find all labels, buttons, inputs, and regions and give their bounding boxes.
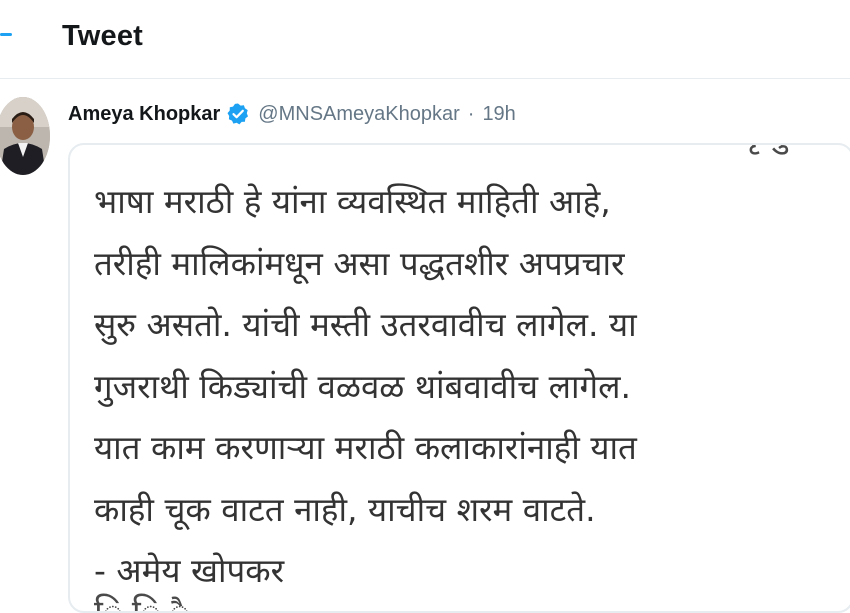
image-text: भाषा मराठी हे यांना व्यवस्थित माहिती आहे…	[94, 171, 850, 602]
image-text-line: तरीही मालिकांमधून असा पद्धतशीर अपप्रचार	[94, 243, 625, 283]
author-handle[interactable]: @MNSAmeyaKhopkar	[258, 103, 459, 126]
verified-badge-icon	[226, 102, 250, 126]
image-text-line: यात काम करणाऱ्या मराठी कलाकारांनाही यात	[94, 428, 637, 467]
back-arrow-icon[interactable]	[0, 33, 12, 36]
page-title: Tweet	[62, 20, 144, 52]
author-name[interactable]: Ameya Khopkar	[68, 103, 220, 126]
image-text-top-fragment: ृ ु	[70, 145, 850, 156]
separator-dot: ·	[467, 102, 475, 125]
image-text-line: भाषा मराठी हे यांना व्यवस्थित माहिती आहे…	[94, 182, 611, 221]
image-text-line: काही चूक वाटत नाही, याचीच शरम वाटते.	[94, 489, 596, 529]
tweet-header: Tweet	[0, 0, 850, 78]
avatar[interactable]	[0, 97, 50, 175]
image-text-bottom-fragment: ि ि ै	[94, 593, 190, 613]
image-text-line: सुरु असतो. यांची मस्ती उतरवावीच लागेल. य…	[94, 305, 637, 344]
image-text-line: गुजराथी किड्यांची वळवळ थांबवावीच लागेल.	[94, 366, 631, 406]
avatar-photo	[0, 97, 50, 175]
tweet-timestamp[interactable]: 19h	[482, 103, 515, 126]
tweet-author-row: Ameya Khopkar @MNSAmeyaKhopkar · 19h	[68, 100, 516, 128]
header-divider	[0, 78, 850, 79]
tweet-image[interactable]: ृ ु भाषा मराठी हे यांना व्यवस्थित माहिती…	[68, 143, 850, 613]
